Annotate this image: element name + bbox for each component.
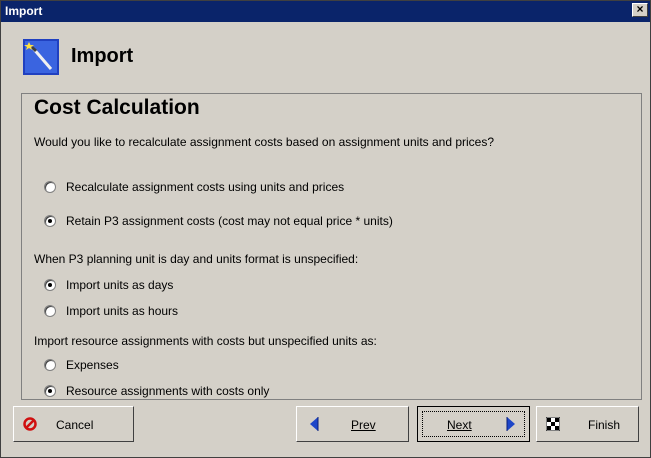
units-question: When P3 planning unit is day and units f…: [34, 252, 359, 266]
window-title: Import: [5, 4, 43, 18]
radio-import-units-days[interactable]: [44, 279, 56, 291]
radio-import-units-hours[interactable]: [44, 305, 56, 317]
checkered-flag-icon: [546, 417, 560, 431]
radio-resource-assignments-costs-only[interactable]: [44, 385, 56, 397]
radio-label: Retain P3 assignment costs (cost may not…: [66, 214, 393, 228]
cost-calculation-panel: Cost Calculation Would you like to recal…: [21, 93, 642, 400]
import-window: Import × Import Cost Calculation Would y…: [0, 0, 651, 458]
arrow-right-icon: [506, 417, 515, 431]
cost-question: Would you like to recalculate assignment…: [34, 135, 495, 149]
prev-button[interactable]: Prev: [296, 406, 409, 442]
next-button[interactable]: Next: [417, 406, 530, 442]
header-title: Import: [71, 45, 134, 67]
radio-label: Import units as hours: [66, 304, 179, 318]
radio-recalculate-costs[interactable]: [44, 181, 56, 193]
cancel-button[interactable]: Cancel: [13, 406, 134, 442]
radio-label: Resource assignments with costs only: [66, 384, 270, 398]
cancel-label: Cancel: [56, 418, 94, 432]
radio-label: Recalculate assignment costs using units…: [66, 180, 345, 194]
resource-question: Import resource assignments with costs b…: [34, 334, 377, 348]
wizard-header: Import: [1, 22, 650, 78]
button-bar: Cancel Prev Next Finish: [1, 406, 650, 446]
section-title: Cost Calculation: [34, 96, 200, 119]
close-button[interactable]: ×: [632, 3, 648, 17]
radio-label: Expenses: [66, 358, 119, 372]
finish-button[interactable]: Finish: [536, 406, 639, 442]
cancel-icon: [23, 417, 37, 431]
prev-label: Prev: [351, 418, 376, 432]
radio-retain-p3-costs[interactable]: [44, 215, 56, 227]
radio-label: Import units as days: [66, 278, 174, 292]
wand-icon: [23, 39, 59, 75]
next-label: Next: [447, 418, 472, 432]
arrow-left-icon: [310, 417, 319, 431]
finish-label: Finish: [588, 418, 621, 432]
title-bar: Import ×: [1, 1, 650, 22]
radio-expenses[interactable]: [44, 359, 56, 371]
